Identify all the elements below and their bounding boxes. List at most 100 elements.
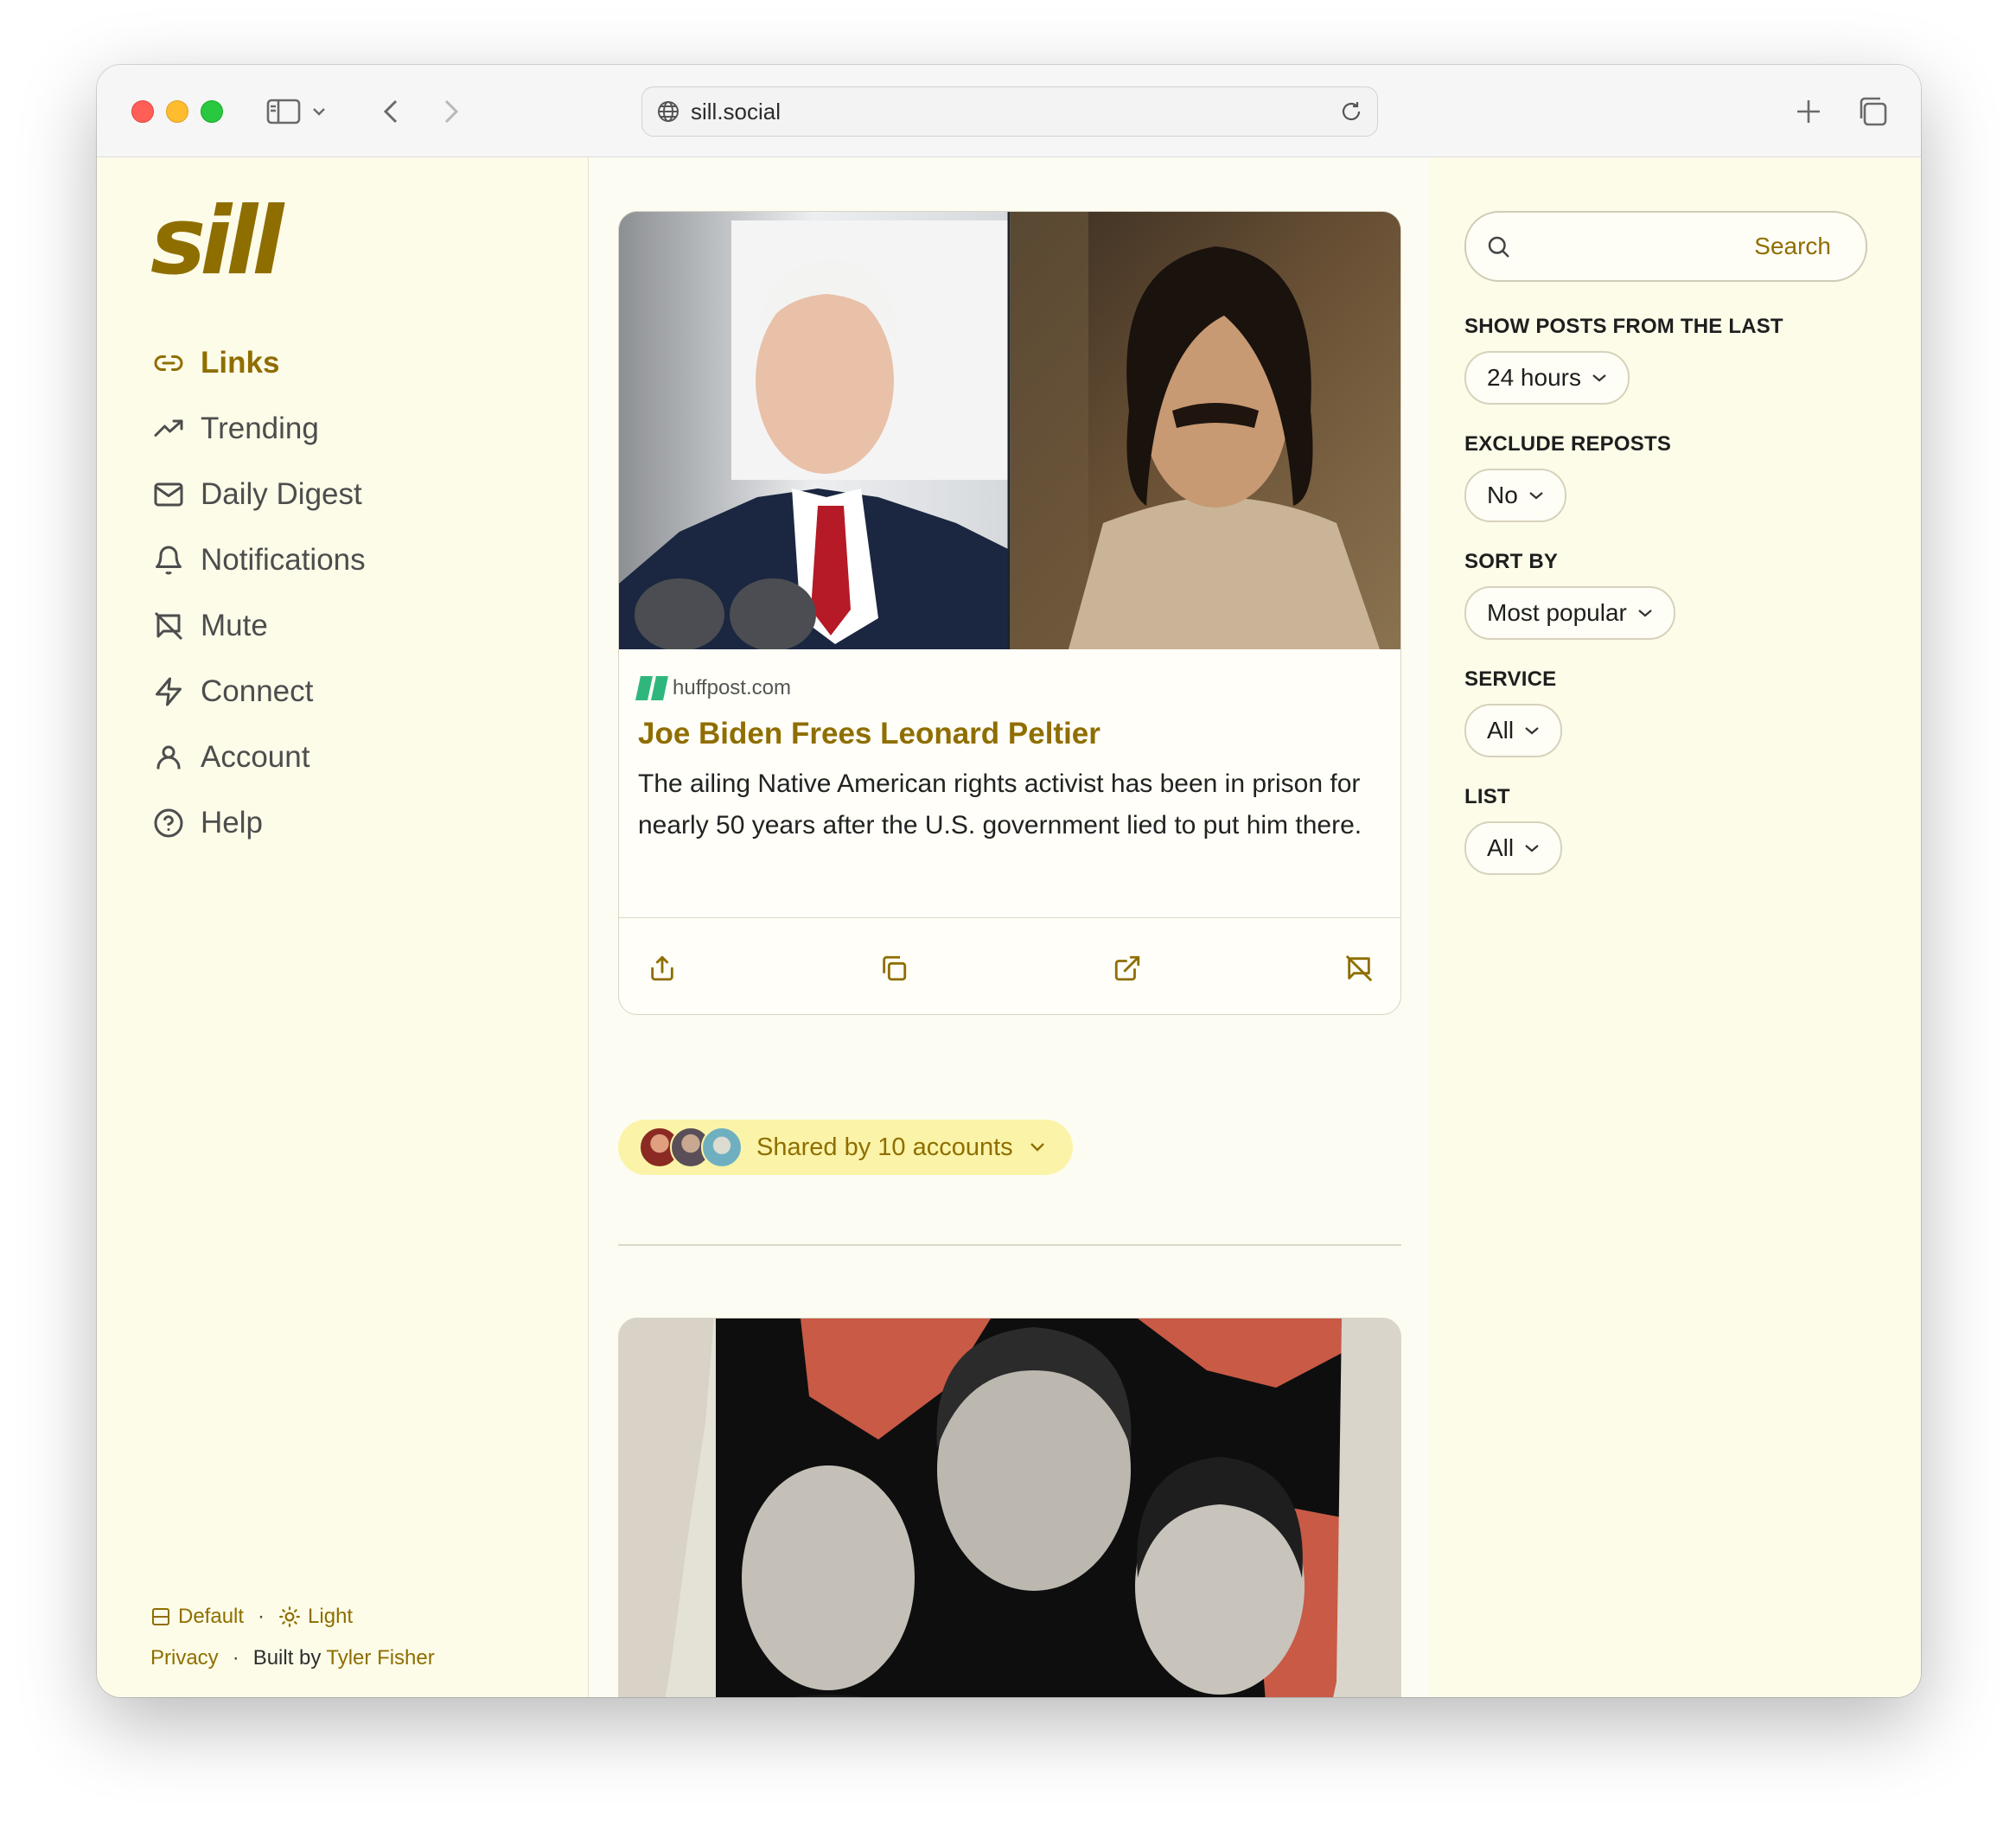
mute-icon <box>150 608 187 644</box>
new-tab-icon[interactable] <box>1790 93 1828 131</box>
main-nav: Links Trending Daily Digest Notification… <box>150 330 366 856</box>
mute-icon[interactable] <box>1340 949 1378 987</box>
nav-item-trending[interactable]: Trending <box>150 396 366 462</box>
domain-text: huffpost.com <box>673 676 791 699</box>
filter-sidebar: Search SHOW POSTS FROM THE LAST 24 hours… <box>1430 157 1921 1697</box>
filter-reposts: EXCLUDE REPOSTS No <box>1464 432 1671 522</box>
filter-label: SORT BY <box>1464 550 1559 573</box>
link-card-body: huffpost.com Joe Biden Frees Leonard Pel… <box>635 674 1381 846</box>
help-icon <box>150 805 187 841</box>
shared-by-button[interactable]: Shared by 10 accounts <box>618 1120 1073 1175</box>
select-value: All <box>1487 717 1515 744</box>
browser-toolbar: sill.social <box>97 65 1921 157</box>
link-title[interactable]: Joe Biden Frees Leonard Peltier <box>638 713 1381 755</box>
nav-item-label: Trending <box>201 412 319 445</box>
link-actions <box>619 917 1400 1014</box>
exclude-reposts-select[interactable]: No <box>1464 469 1566 522</box>
nav-item-notifications[interactable]: Notifications <box>150 527 366 593</box>
nav-item-daily-digest[interactable]: Daily Digest <box>150 462 366 527</box>
chevron-down-icon <box>1528 491 1544 500</box>
nav-item-label: Mute <box>201 609 268 642</box>
nav-item-account[interactable]: Account <box>150 725 366 790</box>
browser-window: sill.social sill Links Trending Daily Di… <box>97 65 1921 1697</box>
theme-label: Light <box>308 1605 354 1628</box>
sort-by-select[interactable]: Most popular <box>1464 586 1675 640</box>
select-value: 24 hours <box>1487 364 1581 391</box>
privacy-link[interactable]: Privacy <box>150 1646 219 1670</box>
share-icon[interactable] <box>643 949 681 987</box>
filter-list: LIST All <box>1464 785 1563 875</box>
filter-label: SERVICE <box>1464 667 1557 691</box>
minimize-window-button[interactable] <box>166 100 188 123</box>
trending-icon <box>150 411 187 447</box>
address-bar[interactable]: sill.social <box>641 86 1378 137</box>
left-sidebar: sill Links Trending Daily Digest Notific… <box>97 157 589 1697</box>
nav-item-label: Notifications <box>201 543 366 577</box>
layout-icon <box>150 1606 171 1627</box>
layout-toggle[interactable]: Default <box>150 1605 244 1629</box>
filter-label: SHOW POSTS FROM THE LAST <box>1464 315 1783 338</box>
select-value: Most popular <box>1487 599 1627 626</box>
zoom-window-button[interactable] <box>201 100 223 123</box>
chevron-down-icon <box>1524 844 1540 852</box>
external-link-icon[interactable] <box>1108 949 1146 987</box>
user-icon <box>150 739 187 776</box>
chevron-down-icon <box>1524 726 1540 735</box>
feed-divider <box>618 1244 1401 1246</box>
filter-label: LIST <box>1464 785 1510 808</box>
nav-item-label: Help <box>201 806 263 840</box>
select-value: No <box>1487 482 1518 508</box>
link-preview-image[interactable] <box>619 212 1400 651</box>
nav-item-label: Daily Digest <box>201 477 362 511</box>
link-icon <box>150 345 187 381</box>
filter-service: SERVICE All <box>1464 667 1563 757</box>
nav-item-help[interactable]: Help <box>150 790 366 856</box>
separator-dot: · <box>232 1646 239 1670</box>
list-select[interactable]: All <box>1464 821 1563 875</box>
theme-toggle[interactable]: Light <box>278 1605 353 1629</box>
url-text: sill.social <box>691 98 782 124</box>
sidebar-footer: Default · Light Privacy · Built by Tyler… <box>150 1596 435 1679</box>
huffpost-logo-icon <box>635 676 668 700</box>
nav-item-label: Connect <box>201 674 314 708</box>
link-card: huffpost.com Joe Biden Frees Leonard Pel… <box>618 211 1401 1015</box>
author-link[interactable]: Tyler Fisher <box>326 1646 434 1670</box>
service-select[interactable]: All <box>1464 704 1563 757</box>
link-feed: huffpost.com Joe Biden Frees Leonard Pel… <box>589 157 1429 1697</box>
layout-label: Default <box>178 1605 245 1628</box>
chevron-down-icon[interactable] <box>308 93 330 131</box>
built-by-text: Built by <box>252 1646 322 1670</box>
sill-logo[interactable]: sill <box>150 195 284 289</box>
nav-item-mute[interactable]: Mute <box>150 593 366 659</box>
chevron-down-icon <box>1637 609 1653 617</box>
link-domain: huffpost.com <box>635 674 1381 703</box>
nav-item-links[interactable]: Links <box>150 330 366 396</box>
bell-icon <box>150 542 187 578</box>
sidebar-toggle-icon[interactable] <box>265 93 303 131</box>
tab-overview-icon[interactable] <box>1853 93 1892 131</box>
close-window-button[interactable] <box>131 100 154 123</box>
link-description: The ailing Native American rights activi… <box>638 769 1362 840</box>
nav-item-label: Account <box>201 740 310 774</box>
mail-icon <box>150 476 187 513</box>
globe-icon <box>656 99 680 124</box>
search-input[interactable]: Search <box>1464 211 1867 282</box>
avatar <box>701 1127 743 1168</box>
reload-icon[interactable] <box>1339 99 1363 124</box>
search-icon <box>1485 233 1511 259</box>
copy-icon[interactable] <box>875 949 913 987</box>
select-value: All <box>1487 834 1515 861</box>
back-icon[interactable] <box>372 93 410 131</box>
avatar-stack <box>639 1127 743 1168</box>
filter-time: SHOW POSTS FROM THE LAST 24 hours <box>1464 315 1783 405</box>
sun-icon <box>278 1606 301 1628</box>
link-preview-image[interactable] <box>619 1318 1400 1697</box>
time-range-select[interactable]: 24 hours <box>1464 351 1630 405</box>
link-card <box>618 1318 1401 1697</box>
search-placeholder: Search <box>1754 233 1831 259</box>
separator-dot: · <box>258 1605 265 1628</box>
forward-icon[interactable] <box>432 93 470 131</box>
nav-item-connect[interactable]: Connect <box>150 659 366 725</box>
chevron-down-icon <box>1592 374 1607 382</box>
shared-by-label: Shared by 10 accounts <box>756 1133 1013 1161</box>
